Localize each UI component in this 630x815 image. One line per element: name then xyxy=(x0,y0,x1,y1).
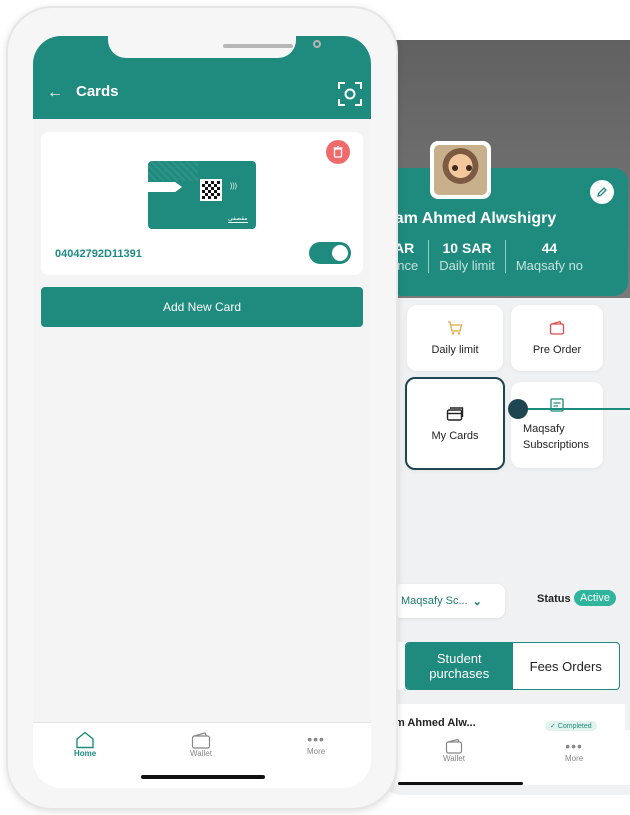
showcase-stage: ham Ahmed Alwshigry AR ance 10 SAR Daily… xyxy=(0,0,630,815)
phone-notch xyxy=(108,36,321,58)
tab-label-line1: Student xyxy=(436,651,482,666)
delete-card-button[interactable] xyxy=(326,140,350,164)
stat-value: 10 SAR xyxy=(442,240,492,256)
more-icon: ••• xyxy=(307,731,325,747)
qr-code-icon xyxy=(200,179,222,201)
card-item: ))) مقصفي 04042792D11391 xyxy=(41,132,363,275)
tab-student-purchases[interactable]: Student purchases xyxy=(406,643,513,689)
card-brand-logo: مقصفي xyxy=(228,216,248,223)
nav-wallet[interactable]: Wallet xyxy=(443,738,465,763)
speaker-grille xyxy=(223,44,293,48)
card-stripe xyxy=(148,182,182,192)
stat-label: Daily limit xyxy=(439,258,495,273)
tile-label: Pre Order xyxy=(532,344,582,356)
subscriptions-line2: Subscriptions xyxy=(523,439,590,451)
home-indicator xyxy=(141,775,265,779)
chevron-down-icon: ⌄ xyxy=(472,595,482,608)
stat-daily-limit: 10 SAR Daily limit xyxy=(429,240,506,273)
student-photo xyxy=(434,145,487,195)
callout-connector-line xyxy=(518,408,630,410)
pencil-icon xyxy=(597,187,607,197)
back-bottom-nav: Wallet ••• More xyxy=(395,730,630,785)
scan-icon[interactable] xyxy=(337,81,363,107)
wallet-icon xyxy=(191,732,211,749)
wallet-icon xyxy=(445,738,463,754)
tile-daily-limit[interactable]: Daily limit xyxy=(407,305,503,371)
callout-connector-dot xyxy=(508,399,528,419)
page-title: Cards xyxy=(76,83,119,100)
front-phone-screen: ← Cards ))) مقصفي 04042792D11391 Add New… xyxy=(33,36,371,788)
wallet-outline-icon xyxy=(549,320,565,335)
orders-tabs: Student purchases Fees Orders xyxy=(405,642,620,690)
tile-pre-order[interactable]: Pre Order xyxy=(511,305,603,371)
nav-more[interactable]: ••• More xyxy=(307,731,325,756)
stat-maqsafy-no: 44 Maqsafy no xyxy=(506,240,593,273)
profile-name: ham Ahmed Alwshigry xyxy=(385,210,557,227)
app-header: ← Cards xyxy=(33,36,371,119)
nav-label: Home xyxy=(74,749,97,758)
nav-home[interactable]: Home xyxy=(74,731,96,758)
back-arrow-icon[interactable]: ← xyxy=(47,84,63,102)
nav-label: Wallet xyxy=(443,754,465,763)
status-label: Status xyxy=(537,593,571,605)
avatar xyxy=(430,141,491,199)
tab-label-line2: purchases xyxy=(429,666,490,681)
nav-label: Wallet xyxy=(190,749,212,758)
card-active-toggle[interactable] xyxy=(309,242,351,264)
add-new-card-button[interactable]: Add New Card xyxy=(41,287,363,327)
tile-maqsafy-subscriptions[interactable]: Maqsafy Subscriptions xyxy=(511,382,603,468)
nav-wallet[interactable]: Wallet xyxy=(190,731,212,758)
tile-label: Daily limit xyxy=(431,344,479,356)
home-indicator xyxy=(398,782,523,785)
nfc-icon: ))) xyxy=(230,183,237,190)
nav-label: More xyxy=(565,754,584,763)
order-status-badge: ✓ Completed xyxy=(545,721,597,731)
more-icon: ••• xyxy=(565,738,583,754)
card-pattern xyxy=(148,161,198,181)
cart-icon xyxy=(448,321,463,335)
trash-icon xyxy=(333,146,343,158)
home-icon xyxy=(76,731,94,749)
subscriptions-line1: Maqsafy xyxy=(523,422,565,435)
tile-label: Maqsafy Subscriptions xyxy=(523,421,589,454)
card-image: ))) مقصفي xyxy=(148,161,256,229)
order-student-name: m Ahmed Alw... xyxy=(395,717,476,729)
stat-value: 44 xyxy=(541,240,558,256)
subscription-filter-dropdown[interactable]: Maqsafy Sc... ⌄ xyxy=(393,584,505,618)
tab-fees-orders[interactable]: Fees Orders xyxy=(513,643,620,689)
stat-label: Maqsafy no xyxy=(515,258,584,273)
filter-value: Maqsafy Sc... xyxy=(401,595,468,607)
tile-my-cards[interactable]: My Cards xyxy=(405,377,505,470)
nav-label: More xyxy=(307,747,326,756)
toggle-knob xyxy=(332,245,348,261)
profile-stats: AR ance 10 SAR Daily limit 44 Maqsafy no xyxy=(380,240,593,273)
nav-more[interactable]: ••• More xyxy=(565,738,583,763)
cards-icon xyxy=(446,406,464,421)
subscription-icon xyxy=(550,397,564,412)
camera-icon xyxy=(313,40,321,48)
tile-label: My Cards xyxy=(431,429,479,442)
edit-profile-button[interactable] xyxy=(590,180,614,204)
status-badge: Active xyxy=(574,590,616,606)
card-number: 04042792D11391 xyxy=(55,248,142,260)
